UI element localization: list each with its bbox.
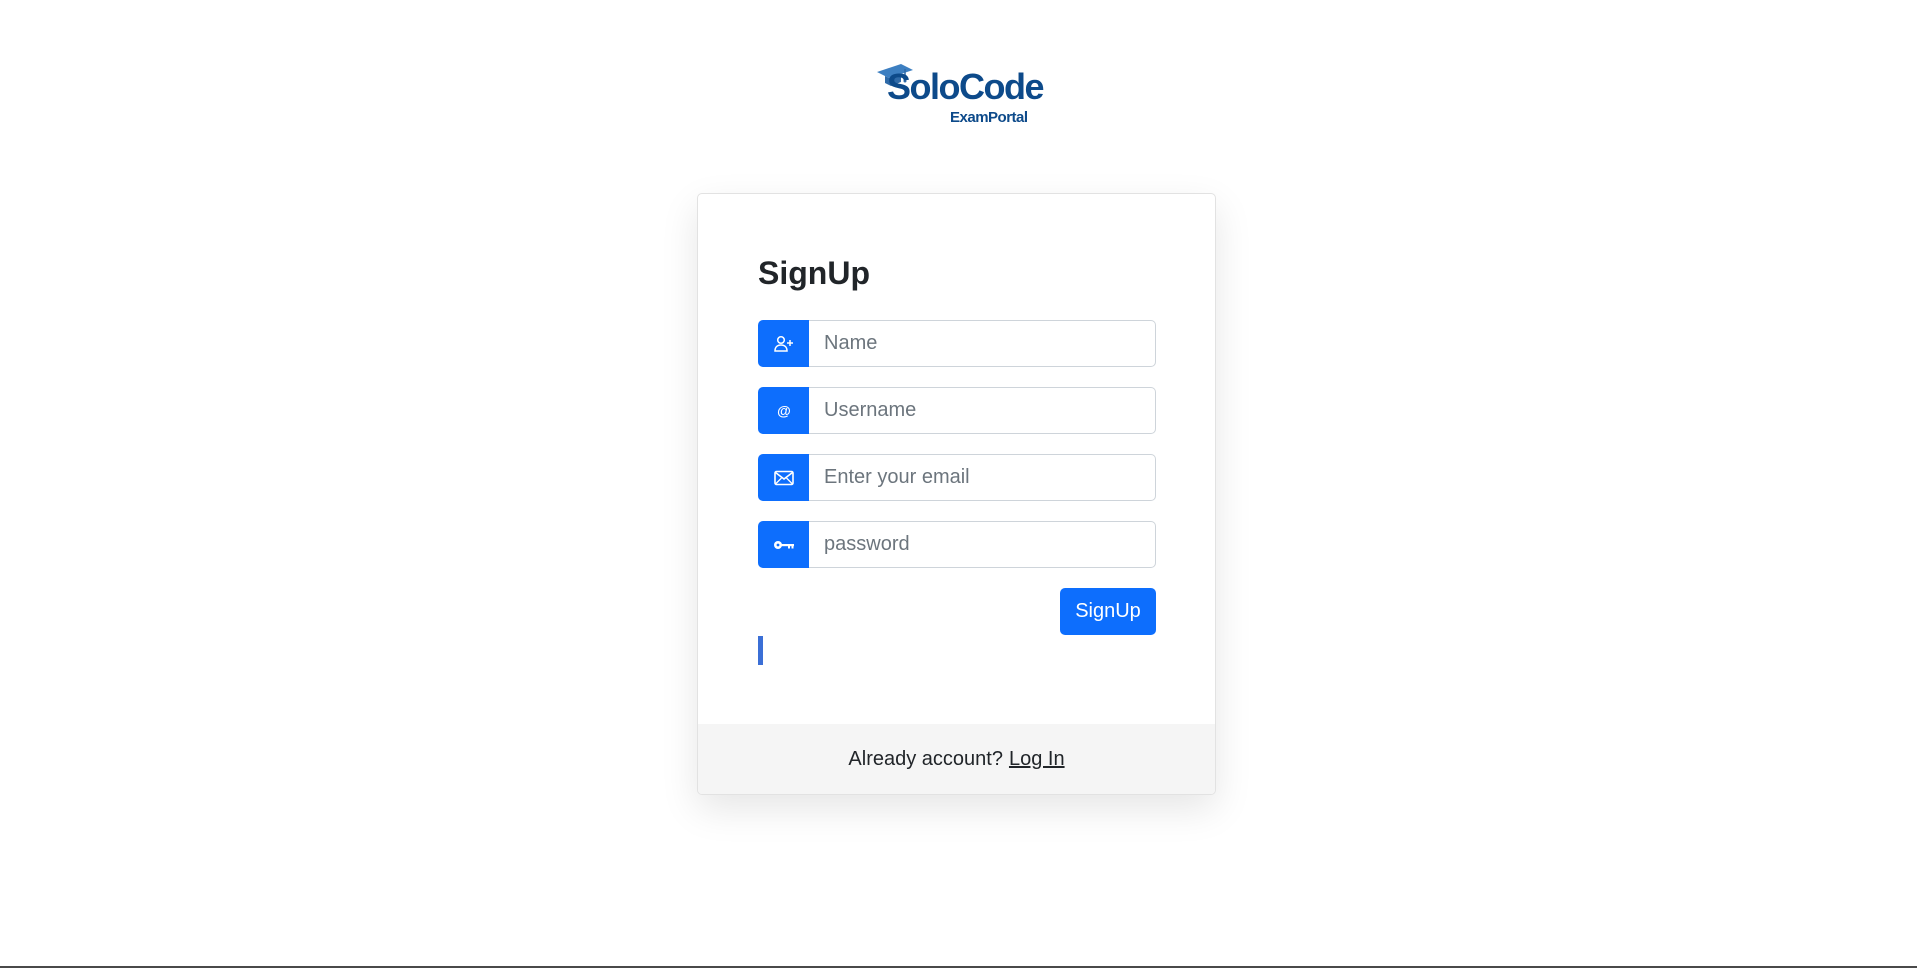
logo-subtitle: ExamPortal bbox=[950, 109, 1028, 126]
key-icon bbox=[758, 521, 809, 568]
password-input[interactable] bbox=[809, 521, 1156, 568]
username-field-group: @ bbox=[758, 387, 1156, 434]
name-input[interactable] bbox=[809, 320, 1156, 367]
solocode-logo: SoloCode ExamPortal bbox=[872, 58, 1045, 130]
text-cursor bbox=[758, 636, 763, 665]
signup-card: SignUp @ bbox=[697, 193, 1216, 795]
signup-page: SoloCode ExamPortal SignUp @ bbox=[0, 0, 1917, 968]
at-icon: @ bbox=[758, 387, 809, 434]
person-plus-icon bbox=[758, 320, 809, 367]
signup-button[interactable]: SignUp bbox=[1060, 588, 1156, 635]
email-field-group bbox=[758, 454, 1156, 501]
name-field-group bbox=[758, 320, 1156, 367]
card-footer: Already account? Log In bbox=[698, 724, 1215, 794]
form-title: SignUp bbox=[758, 255, 870, 291]
email-input[interactable] bbox=[809, 454, 1156, 501]
login-link[interactable]: Log In bbox=[1009, 748, 1065, 771]
svg-text:@: @ bbox=[777, 403, 791, 419]
footer-text: Already account? bbox=[848, 747, 1003, 770]
password-field-group bbox=[758, 521, 1156, 568]
envelope-icon bbox=[758, 454, 809, 501]
username-input[interactable] bbox=[809, 387, 1156, 434]
logo-title: SoloCode bbox=[887, 66, 1045, 107]
